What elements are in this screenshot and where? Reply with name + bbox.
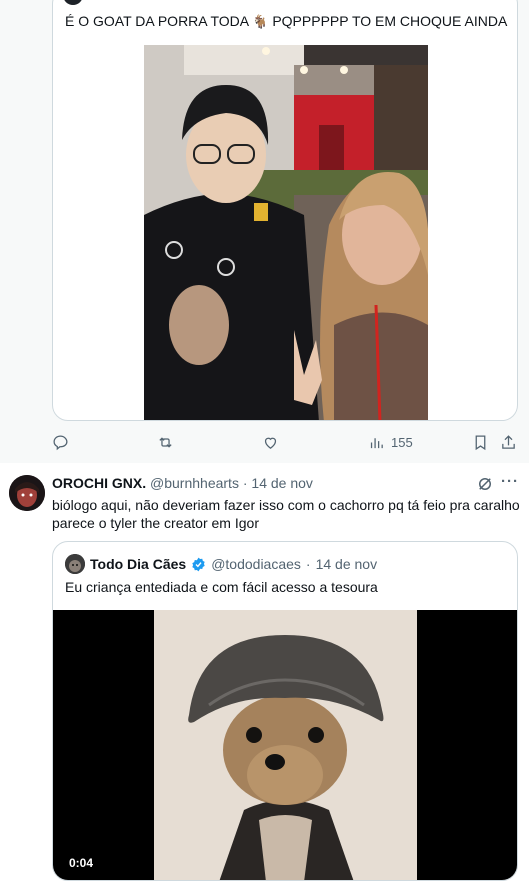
tweet-date[interactable]: 14 de nov <box>251 475 313 491</box>
views-button[interactable]: 155 <box>368 434 413 451</box>
retweet-icon <box>159 436 172 448</box>
quoted-tweet-card[interactable]: Todo Dia Cães @tododiacaes · 14 de nov E… <box>52 541 518 881</box>
more-options-icon[interactable]: ··· <box>501 473 519 490</box>
separator-dot: · <box>305 556 311 572</box>
avatar-image <box>9 475 45 511</box>
bookmark-button[interactable] <box>472 434 489 451</box>
quoted-text-suffix: PQPPPPPP TO EM CHOQUE AINDA <box>272 13 508 29</box>
share-button[interactable] <box>500 434 517 451</box>
tweet-text-line-2: parece o tyler the creator em Igor <box>52 515 259 531</box>
video-player[interactable]: 0:04 <box>53 610 517 880</box>
author-handle[interactable]: @burnhhearts <box>150 475 239 491</box>
tweet-2-header: OROCHI GNX. @burnhhearts · 14 de nov <box>52 475 313 492</box>
avatar[interactable] <box>9 475 45 511</box>
quoted-author-name: Todo Dia Cães <box>90 556 187 572</box>
avatar <box>63 0 83 5</box>
share-icon <box>502 434 515 449</box>
reply-button[interactable] <box>52 434 69 451</box>
verified-badge-icon <box>192 557 205 571</box>
quoted-tweet-text: É O GOAT DA PORRA TODA 🐐 PQPPPPPP TO EM … <box>65 13 507 30</box>
avatar <box>65 554 85 574</box>
goat-emoji-icon: 🐐 <box>252 14 269 29</box>
separator-dot: · <box>242 475 248 491</box>
quoted-text-main: É O GOAT DA PORRA TODA <box>65 13 249 29</box>
tweet-1[interactable]: É O GOAT DA PORRA TODA 🐐 PQPPPPPP TO EM … <box>0 0 529 463</box>
tweet-2-text: biólogo aqui, não deveriam fazer isso co… <box>52 496 522 532</box>
dog-video-still <box>154 610 417 880</box>
selfie-photo-illustration <box>144 45 428 420</box>
tweet-text-line-1: biólogo aqui, não deveriam fazer isso co… <box>52 497 520 513</box>
quoted-tweet-text: Eu criança entediada e com fácil acesso … <box>65 579 378 595</box>
quoted-tweet-header: Todo Dia Cães @tododiacaes · 14 de nov <box>65 554 377 574</box>
like-icon <box>264 437 277 449</box>
views-icon <box>370 437 383 448</box>
video-duration-badge: 0:04 <box>63 854 100 872</box>
video-frame <box>154 610 417 880</box>
author-name[interactable]: OROCHI GNX. <box>52 475 146 491</box>
like-button[interactable] <box>262 434 279 451</box>
selfie-photo[interactable] <box>144 45 428 420</box>
bookmark-icon <box>475 434 486 450</box>
grok-icon[interactable] <box>476 475 494 493</box>
quoted-tweet-header-cut <box>63 0 285 9</box>
quoted-author-handle: @tododiacaes <box>211 556 301 572</box>
tweet-1-actions: 155 <box>52 432 518 452</box>
retweet-button[interactable] <box>157 434 174 451</box>
avatar-image <box>65 554 85 574</box>
views-count: 155 <box>391 434 413 450</box>
tweet-2[interactable]: OROCHI GNX. @burnhhearts · 14 de nov ···… <box>0 463 529 883</box>
reply-icon <box>53 434 68 450</box>
quoted-tweet-date: 14 de nov <box>315 556 378 572</box>
quoted-tweet-card[interactable]: É O GOAT DA PORRA TODA 🐐 PQPPPPPP TO EM … <box>52 0 518 421</box>
